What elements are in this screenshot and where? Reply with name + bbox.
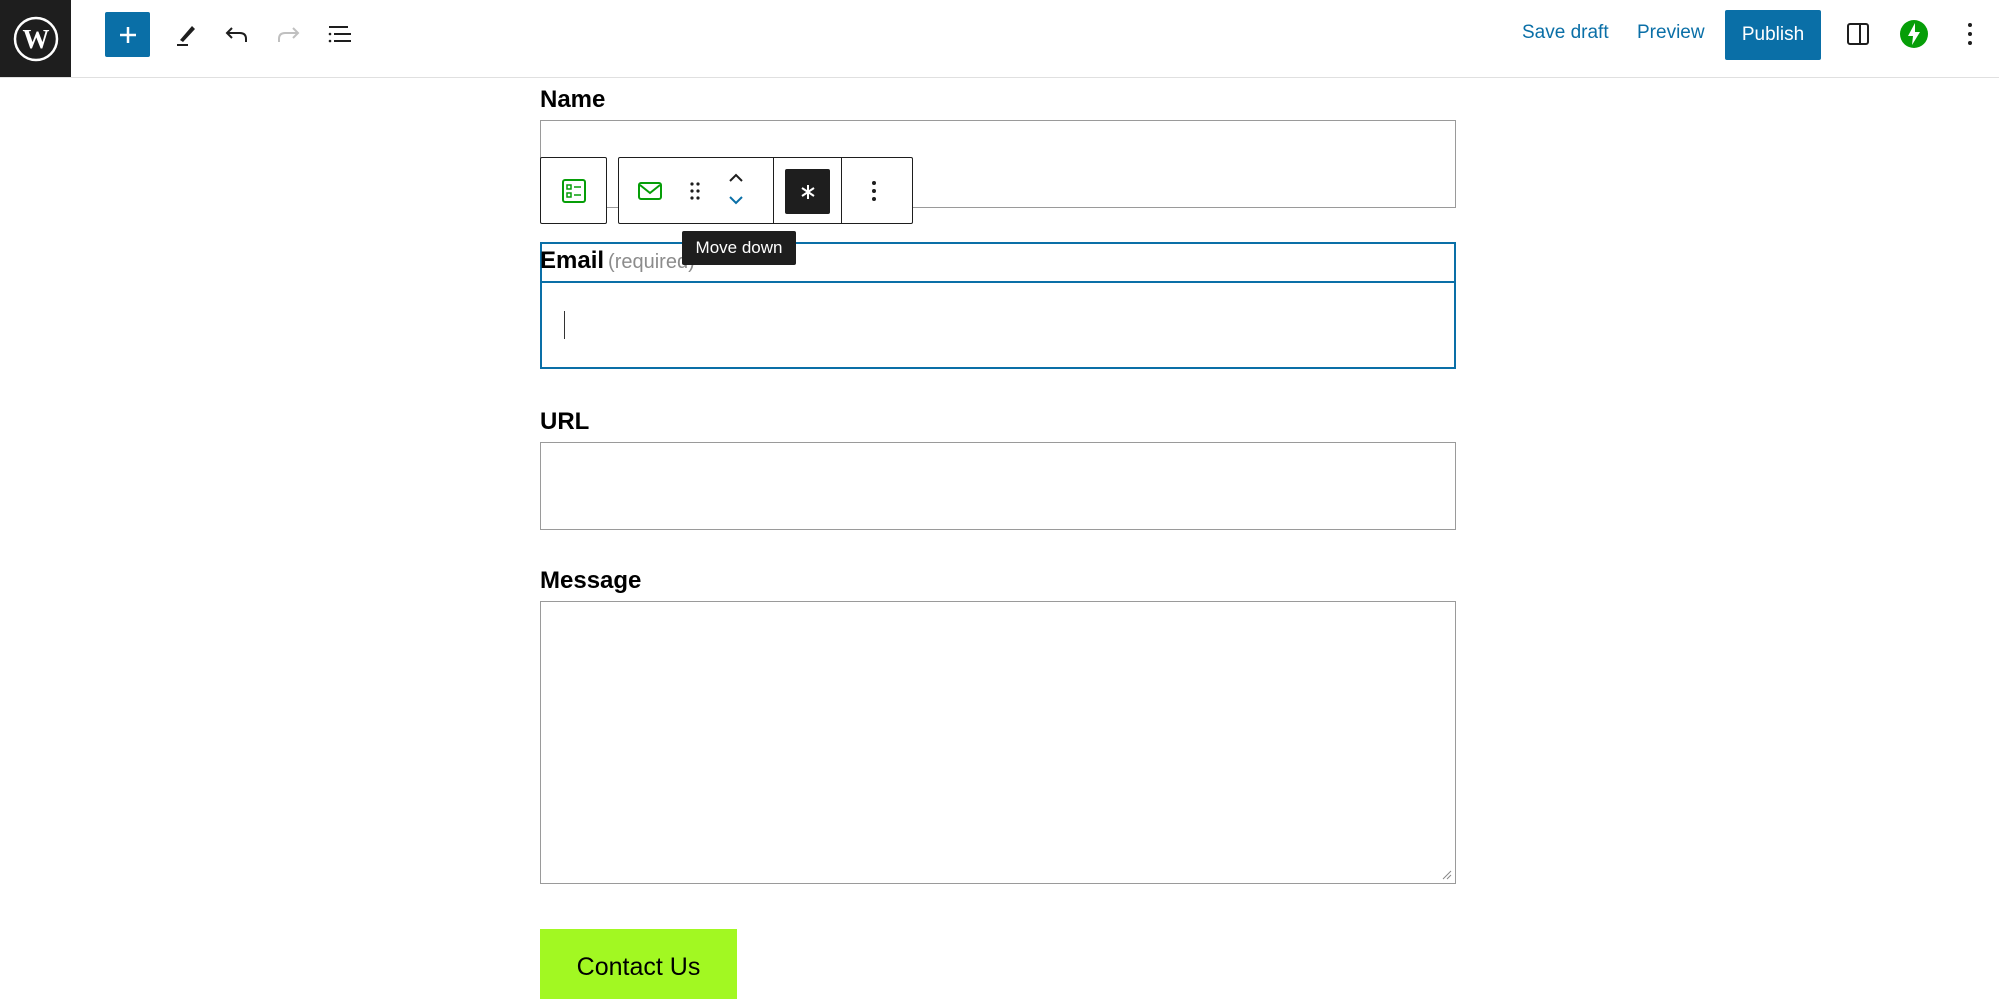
drag-handle-icon — [690, 182, 700, 200]
document-overview-button[interactable] — [318, 12, 362, 56]
form-block-button[interactable] — [541, 158, 606, 223]
asterisk-icon — [800, 184, 815, 199]
url-label: URL — [540, 408, 590, 435]
options-button[interactable] — [1948, 12, 1992, 56]
block-toolbar — [618, 157, 913, 224]
move-down-tooltip: Move down — [682, 231, 796, 265]
jetpack-button[interactable] — [1892, 12, 1936, 56]
redo-icon — [278, 27, 300, 42]
tools-button[interactable] — [164, 12, 208, 56]
sidebar-toggle-icon — [1847, 23, 1869, 45]
required-toggle-button[interactable] — [785, 169, 830, 214]
email-block-button[interactable] — [635, 176, 665, 206]
wordpress-logo-button[interactable]: W — [0, 0, 71, 77]
wordpress-icon: W — [13, 16, 58, 61]
settings-button[interactable] — [1836, 12, 1880, 56]
drag-handle[interactable] — [685, 176, 705, 206]
email-label-text: Email — [540, 247, 605, 274]
undo-icon — [225, 27, 247, 42]
envelope-icon — [638, 182, 662, 200]
pencil-icon — [177, 26, 195, 46]
jetpack-icon — [1900, 20, 1928, 48]
move-down-button[interactable] — [721, 190, 751, 212]
redo-button[interactable] — [266, 12, 310, 56]
list-view-icon — [328, 26, 351, 43]
email-label: Email (required) — [540, 247, 695, 275]
chevron-down-icon — [729, 196, 743, 205]
resize-handle-icon[interactable] — [1442, 870, 1452, 880]
add-block-button[interactable] — [105, 12, 150, 57]
contact-us-button[interactable]: Contact Us — [540, 929, 737, 999]
preview-button[interactable]: Preview — [1637, 22, 1705, 44]
parent-block-selector[interactable] — [540, 157, 607, 224]
undo-button[interactable] — [215, 12, 259, 56]
svg-text:W: W — [22, 24, 49, 54]
message-textarea[interactable] — [540, 601, 1456, 884]
save-draft-button[interactable]: Save draft — [1522, 22, 1609, 44]
more-vertical-icon — [872, 181, 876, 201]
chevron-up-icon — [729, 173, 743, 182]
editor-top-toolbar: W Save draft Preview Publish — [0, 0, 1999, 78]
publish-button[interactable]: Publish — [1725, 10, 1821, 60]
url-input[interactable] — [540, 442, 1456, 530]
more-vertical-icon — [1968, 23, 1972, 45]
message-label: Message — [540, 567, 642, 594]
email-input[interactable] — [540, 281, 1456, 369]
text-cursor — [564, 311, 565, 339]
move-up-button[interactable] — [721, 166, 751, 188]
toolbar-divider — [773, 158, 774, 223]
plus-icon — [119, 26, 136, 43]
toolbar-divider — [841, 158, 842, 223]
name-label: Name — [540, 86, 606, 113]
block-options-button[interactable] — [859, 176, 889, 206]
form-icon — [561, 178, 586, 203]
